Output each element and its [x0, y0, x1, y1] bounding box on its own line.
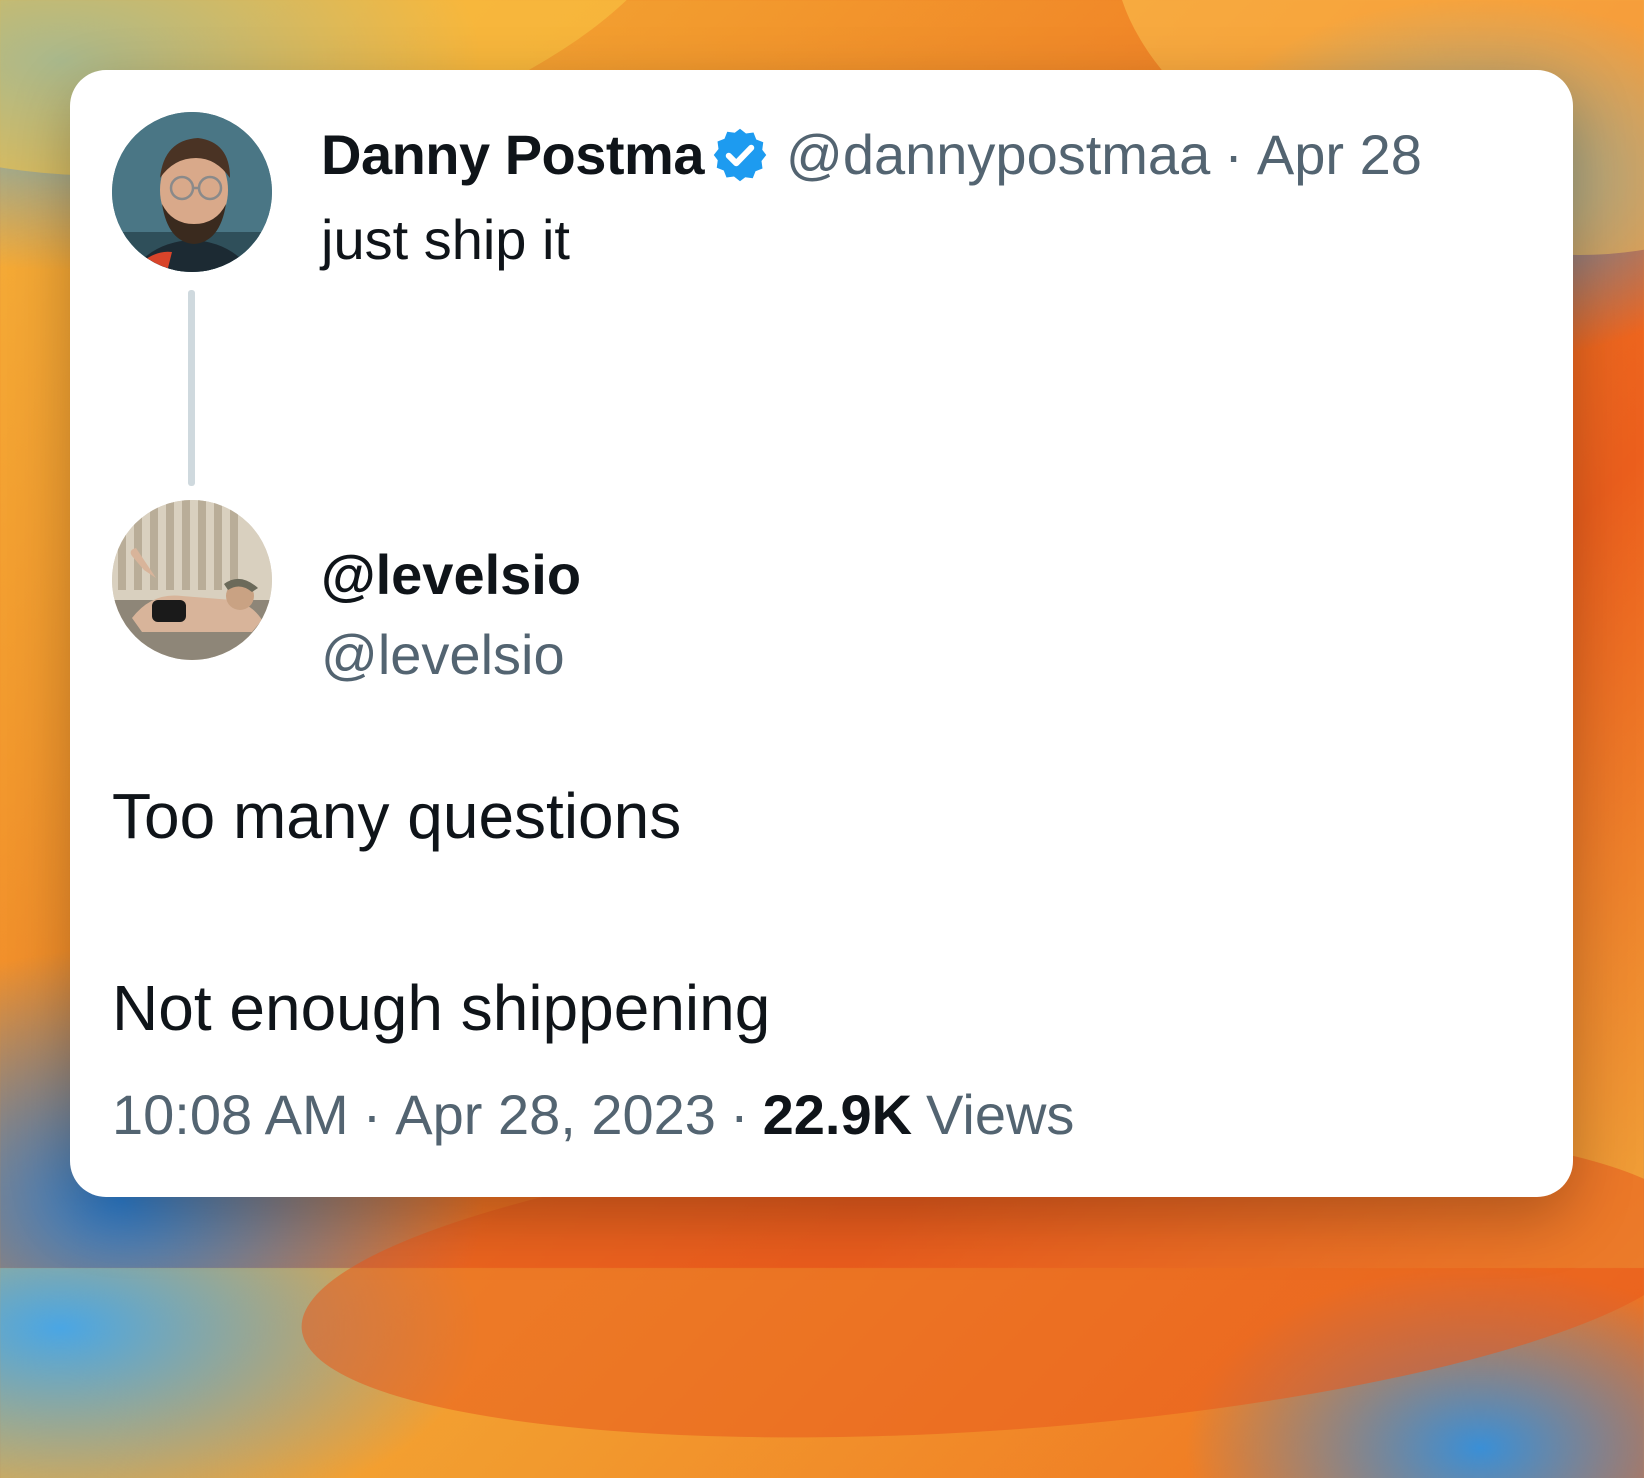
- tweet-time[interactable]: 10:08 AM: [112, 1080, 349, 1150]
- author-handle[interactable]: @dannypostmaa: [786, 120, 1210, 190]
- reply-text-line: Too many questions: [112, 780, 682, 852]
- views-count[interactable]: 22.9K: [763, 1080, 912, 1150]
- views-label: Views: [926, 1083, 1075, 1146]
- author-display-name[interactable]: Danny Postma: [321, 120, 705, 190]
- tweet-date[interactable]: Apr 28: [1257, 120, 1422, 190]
- tweet-header: Danny Postma @dannypostmaa · Apr 28: [321, 120, 1422, 190]
- reply-text-line: Not enough shippening: [112, 972, 771, 1044]
- profile-photo-icon: [112, 500, 272, 660]
- header-separator: ·: [1224, 123, 1243, 186]
- thread-connector: [188, 290, 195, 486]
- meta-separator: ·: [362, 1083, 382, 1146]
- tweet-meta: 10:08 AM · Apr 28, 2023 · 22.9K Views: [112, 1080, 1074, 1150]
- tweet-full-date[interactable]: Apr 28, 2023: [395, 1080, 716, 1150]
- tweet-text: just ship it: [321, 208, 570, 271]
- reply-handle[interactable]: @levelsio: [321, 620, 565, 690]
- meta-separator: ·: [729, 1083, 749, 1146]
- tweet-card: Danny Postma @dannypostmaa · Apr 28 just…: [70, 70, 1573, 1197]
- author-avatar[interactable]: [112, 112, 272, 272]
- profile-photo-icon: [112, 112, 272, 272]
- reply-avatar[interactable]: [112, 500, 272, 660]
- verified-badge-icon: [710, 125, 770, 185]
- reply-display-name[interactable]: @levelsio: [321, 540, 581, 610]
